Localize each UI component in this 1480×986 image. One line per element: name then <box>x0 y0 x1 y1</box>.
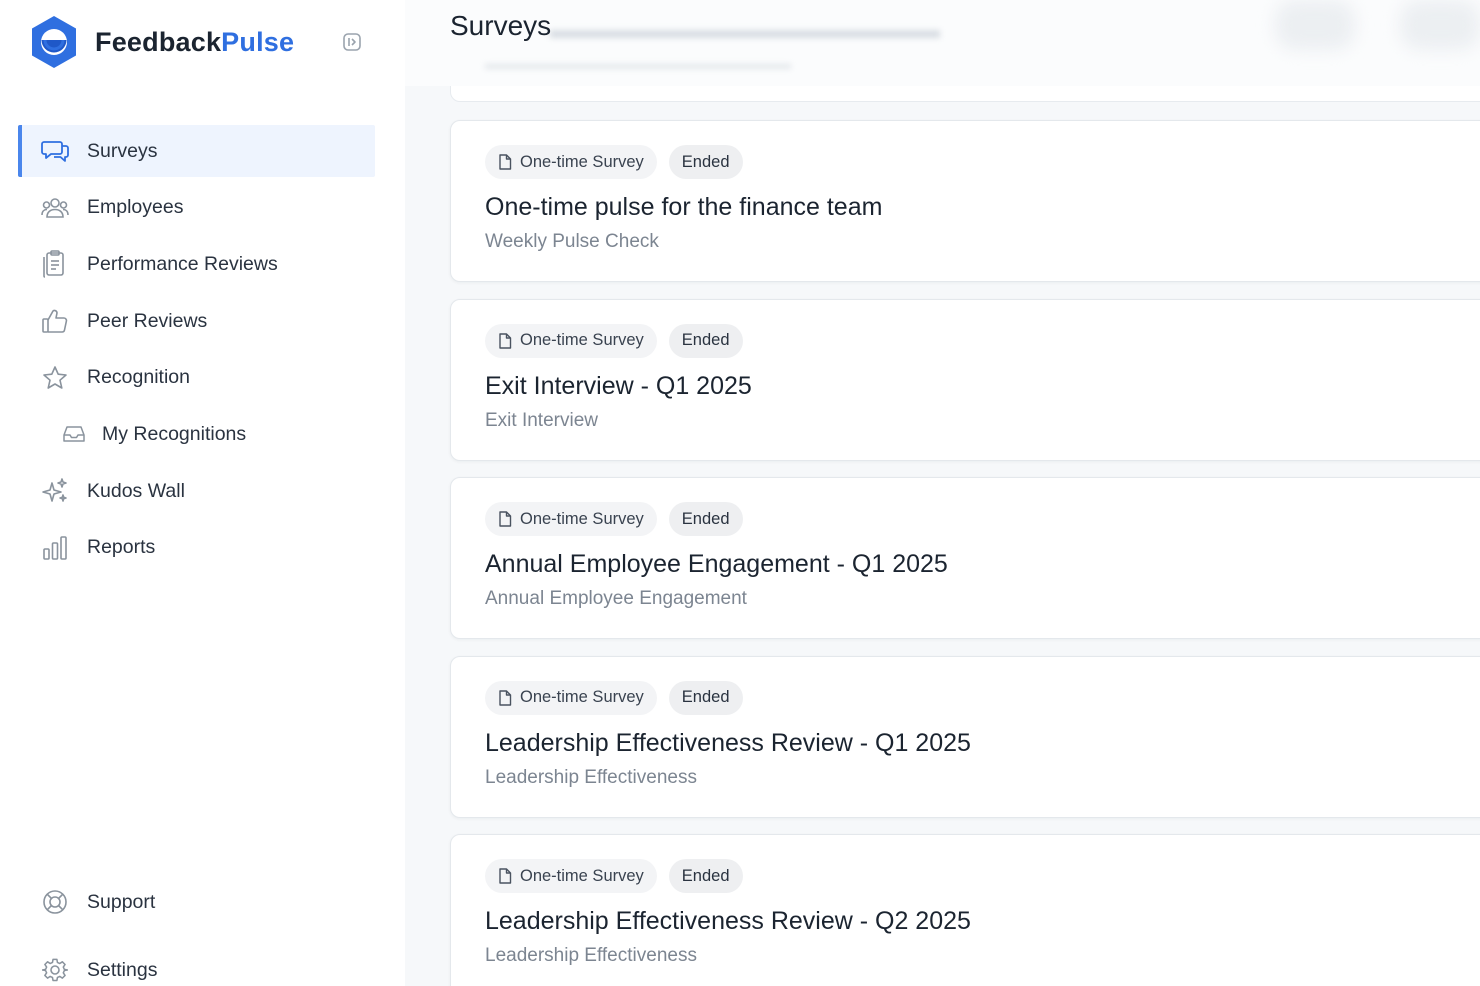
thumbs-up-icon <box>41 307 69 335</box>
logo-icon <box>32 16 76 68</box>
survey-type-badge: One-time Survey <box>485 323 657 358</box>
sidebar-item-peer-reviews[interactable]: Peer Reviews <box>18 295 375 347</box>
card-badges: One-time Survey Ended <box>485 680 743 715</box>
inbox-icon <box>63 423 85 445</box>
survey-type-badge: One-time Survey <box>485 859 657 894</box>
status-badge: Ended <box>668 323 743 358</box>
clipboard-icon <box>41 250 69 279</box>
sidebar-item-label: Surveys <box>87 139 158 162</box>
sidebar-item-label: Reports <box>87 536 156 559</box>
lifebuoy-icon <box>41 888 69 916</box>
document-icon <box>498 511 512 527</box>
card-badges: One-time Survey Ended <box>485 502 743 537</box>
survey-card[interactable]: One-time Survey Ended Annual Employee En… <box>450 477 1480 640</box>
survey-type-badge: One-time Survey <box>485 145 657 179</box>
document-icon <box>498 868 512 885</box>
bar-chart-icon <box>41 534 69 562</box>
sparkles-icon <box>41 477 69 505</box>
sidebar-item-my-recognitions[interactable]: My Recognitions <box>18 408 375 460</box>
document-icon <box>498 332 512 349</box>
sidebar: FeedbackPulse Surveys Employees Performa… <box>0 0 405 986</box>
blurred-header-subtext: ▬▬▬▬▬▬▬▬▬▬▬▬▬▬▬▬▬▬ <box>485 54 791 73</box>
sidebar-toggle-icon <box>342 32 361 51</box>
sidebar-item-label: My Recognitions <box>102 422 247 445</box>
chat-bubbles-icon <box>41 137 69 165</box>
sidebar-bottom-nav: Support Settings <box>18 876 375 986</box>
sidebar-item-surveys[interactable]: Surveys <box>18 125 375 177</box>
document-icon <box>498 690 512 706</box>
main-content: ▬▬▬▬▬▬▬▬▬▬▬▬▬▬▬ ▬▬▬▬▬▬▬▬▬▬▬▬▬▬▬▬▬▬ Surve… <box>405 0 1480 986</box>
survey-template-name: Weekly Pulse Check <box>485 231 659 252</box>
sidebar-item-label: Performance Reviews <box>87 252 278 275</box>
sidebar-item-label: Support <box>87 890 156 913</box>
survey-template-name: Leadership Effectiveness <box>485 945 697 967</box>
survey-title: One-time pulse for the finance team <box>485 193 883 221</box>
sidebar-item-employees[interactable]: Employees <box>18 182 375 234</box>
gear-icon <box>41 956 69 984</box>
users-icon <box>41 194 69 222</box>
sidebar-item-label: Employees <box>87 196 184 219</box>
sidebar-item-recognition[interactable]: Recognition <box>18 352 375 404</box>
survey-card[interactable]: One-time Survey Ended Leadership Effecti… <box>450 655 1480 818</box>
survey-card[interactable]: One-time Survey Ended Leadership Effecti… <box>450 834 1480 986</box>
survey-title: Leadership Effectiveness Review - Q1 202… <box>485 728 971 757</box>
sidebar-item-label: Peer Reviews <box>87 309 208 332</box>
survey-card[interactable]: One-time Survey Ended One-time pulse for… <box>450 120 1480 282</box>
sidebar-item-label: Kudos Wall <box>87 479 185 502</box>
sidebar-item-reports[interactable]: Reports <box>18 522 375 574</box>
blurred-header-action <box>1400 0 1480 50</box>
status-badge: Ended <box>668 145 743 179</box>
card-badges: One-time Survey Ended <box>485 323 743 358</box>
star-icon <box>41 364 69 392</box>
survey-template-name: Leadership Effectiveness <box>485 766 697 788</box>
card-badges: One-time Survey Ended <box>485 859 743 894</box>
collapse-sidebar-button[interactable] <box>341 31 362 52</box>
brand[interactable]: FeedbackPulse <box>30 15 294 69</box>
sidebar-item-settings[interactable]: Settings <box>18 944 375 986</box>
survey-title: Exit Interview - Q1 2025 <box>485 371 752 400</box>
document-icon <box>498 154 512 170</box>
sidebar-item-support[interactable]: Support <box>18 876 375 928</box>
blurred-header-text: ▬▬▬▬▬▬▬▬▬▬▬▬▬▬▬ <box>550 14 940 44</box>
brand-name: FeedbackPulse <box>95 26 295 57</box>
survey-card[interactable]: One-time Survey Ended Exit Interview - Q… <box>450 298 1480 461</box>
app-root: FeedbackPulse Surveys Employees Performa… <box>0 0 1480 986</box>
survey-template-name: Annual Employee Engagement <box>485 588 747 610</box>
page-title: Surveys <box>450 10 552 41</box>
sidebar-item-label: Recognition <box>87 366 190 389</box>
survey-title: Annual Employee Engagement - Q1 2025 <box>485 550 948 579</box>
survey-title: Leadership Effectiveness Review - Q2 202… <box>485 907 971 936</box>
blurred-header-action <box>1275 0 1355 50</box>
status-badge: Ended <box>668 502 743 537</box>
survey-template-name: Exit Interview <box>485 409 598 431</box>
status-badge: Ended <box>668 859 743 894</box>
sidebar-item-kudos-wall[interactable]: Kudos Wall <box>18 465 375 517</box>
sidebar-item-performance-reviews[interactable]: Performance Reviews <box>18 238 375 290</box>
page-header: ▬▬▬▬▬▬▬▬▬▬▬▬▬▬▬ ▬▬▬▬▬▬▬▬▬▬▬▬▬▬▬▬▬▬ Surve… <box>405 0 1480 86</box>
sidebar-item-label: Settings <box>87 958 158 981</box>
status-badge: Ended <box>668 680 743 715</box>
sidebar-nav: Surveys Employees Performance Reviews Pe… <box>18 125 375 579</box>
card-badges: One-time Survey Ended <box>485 145 743 179</box>
survey-type-badge: One-time Survey <box>485 502 657 537</box>
survey-type-badge: One-time Survey <box>485 680 657 715</box>
